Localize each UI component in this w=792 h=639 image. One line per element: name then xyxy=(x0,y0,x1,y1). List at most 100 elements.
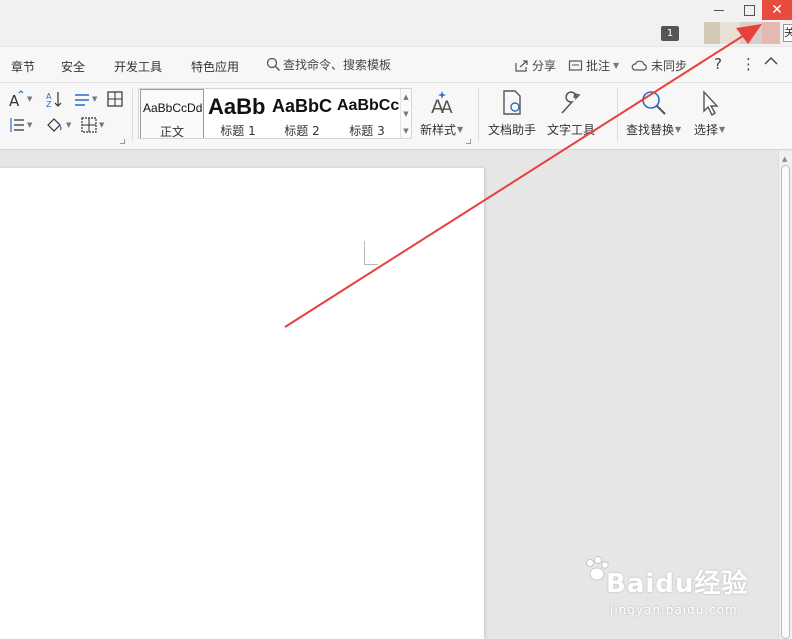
share-icon xyxy=(515,59,528,72)
table-border-button[interactable] xyxy=(106,90,124,108)
style-heading-2[interactable]: AaBbC 标题 2 xyxy=(270,89,334,138)
menu-bar: 章节 安全 开发工具 特色应用 查找命令、搜索模板 分享 批注 ▼ 未同步 ? … xyxy=(0,47,792,83)
borders-icon xyxy=(81,117,97,133)
ribbon: A ▼ AZ ▼ ▼ ▼ ▼ AaBbCcDd 正文 AaBb 标题 1 AaB… xyxy=(0,83,792,150)
svg-text:A: A xyxy=(441,98,453,117)
style-sample: AaBbCc xyxy=(337,97,399,114)
chevron-down-icon: ▼ xyxy=(92,95,98,103)
wrench-icon xyxy=(561,91,581,114)
shading-button[interactable]: ▼ xyxy=(45,116,71,134)
new-style-icon: AA xyxy=(431,91,453,117)
style-gallery-scroll[interactable]: ▲ ▼ ▼ xyxy=(400,89,411,138)
tab-security[interactable]: 安全 xyxy=(61,58,85,75)
text-tools-button[interactable]: 文字工具 xyxy=(547,89,595,138)
share-label: 分享 xyxy=(532,59,557,73)
style-sample: AaBbC xyxy=(272,96,333,116)
chevron-down-icon: ▼ xyxy=(403,109,409,118)
window-count-badge[interactable]: 1 xyxy=(661,26,679,41)
avatar[interactable] xyxy=(704,22,780,44)
doc-assistant-button[interactable]: 文档助手 xyxy=(488,89,536,138)
chevron-down-icon: ▼ xyxy=(457,125,464,134)
collapse-ribbon-button[interactable] xyxy=(764,56,778,66)
help-button[interactable]: ? xyxy=(714,55,722,73)
select-label: 选择 xyxy=(694,123,719,137)
find-replace-button[interactable]: 查找替换 ▼ xyxy=(626,89,681,138)
doc-assistant-label: 文档助手 xyxy=(488,123,537,137)
comment-icon xyxy=(568,59,583,71)
select-button[interactable]: 选择 ▼ xyxy=(694,89,725,138)
search-icon xyxy=(641,91,666,115)
watermark-url: jingyan.baidu.com xyxy=(610,603,738,617)
text-tools-label: 文字工具 xyxy=(547,123,596,137)
font-size-icon: A xyxy=(9,90,24,108)
style-heading-1[interactable]: AaBb 标题 1 xyxy=(206,89,270,138)
baidu-watermark: Baidu经验 jingyan.baidu.com xyxy=(582,555,782,625)
chevron-down-icon: ▼ xyxy=(27,95,33,103)
review-button[interactable]: 批注 ▼ xyxy=(568,57,619,74)
tab-special-apps[interactable]: 特色应用 xyxy=(191,58,239,75)
title-bar: ✕ 1 关 xyxy=(0,0,792,46)
search-icon xyxy=(266,57,280,71)
close-icon: ✕ xyxy=(771,2,783,18)
sort-icon: AZ xyxy=(46,92,62,108)
command-search-label: 查找命令、搜索模板 xyxy=(283,58,392,72)
chevron-down-icon: ▼ xyxy=(613,61,620,70)
style-sample: AaBb xyxy=(208,94,266,119)
find-replace-label: 查找替换 xyxy=(626,123,675,137)
command-search[interactable]: 查找命令、搜索模板 xyxy=(266,56,391,73)
share-button[interactable]: 分享 xyxy=(514,57,556,74)
table-icon xyxy=(107,91,123,107)
line-spacing-button[interactable]: ▼ xyxy=(73,90,97,108)
borders-button[interactable]: ▼ xyxy=(80,116,104,134)
font-size-button[interactable]: A ▼ xyxy=(8,90,32,108)
expand-icon: ▼ xyxy=(403,126,409,135)
maximize-button[interactable] xyxy=(738,0,760,20)
tab-chapter[interactable]: 章节 xyxy=(11,58,35,75)
list-spacing-button[interactable]: ▼ xyxy=(8,116,32,134)
scrollbar-thumb[interactable] xyxy=(781,165,790,639)
svg-text:A: A xyxy=(9,92,20,108)
close-button[interactable]: ✕ xyxy=(762,0,792,20)
style-name: 标题 3 xyxy=(349,124,385,138)
style-gallery: AaBbCcDd 正文 AaBb 标题 1 AaBbC 标题 2 AaBbCc … xyxy=(138,88,412,139)
style-name: 标题 2 xyxy=(284,124,320,138)
new-style-label: 新样式 xyxy=(420,123,457,137)
style-sample: AaBbCcDd xyxy=(143,101,203,115)
sync-status[interactable]: 未同步 xyxy=(631,57,687,74)
scroll-up-icon: ▲ xyxy=(782,155,788,163)
cloud-icon xyxy=(631,60,647,71)
paragraph-group-launcher[interactable] xyxy=(120,139,125,144)
chevron-up-icon: ▲ xyxy=(403,93,409,102)
chevron-down-icon: ▼ xyxy=(99,121,105,129)
paint-bucket-icon xyxy=(47,118,62,132)
more-button[interactable]: ⋮ xyxy=(741,55,756,73)
document-assistant-icon xyxy=(503,90,521,115)
chevron-down-icon: ▼ xyxy=(719,125,726,134)
svg-text:Z: Z xyxy=(46,100,52,108)
ribbon-divider xyxy=(617,89,618,141)
chevron-down-icon: ▼ xyxy=(66,121,72,129)
chevron-down-icon: ▼ xyxy=(27,121,33,129)
ribbon-divider xyxy=(478,89,479,141)
paragraph-settings-icon xyxy=(75,94,89,106)
close-tooltip: 关 xyxy=(783,24,792,42)
minimize-button[interactable] xyxy=(708,0,730,20)
watermark-brand: Baidu经验 xyxy=(606,569,749,599)
sort-button[interactable]: AZ xyxy=(45,90,63,108)
new-style-button[interactable]: AA 新样式 ▼ xyxy=(420,89,463,138)
margin-corner-mark xyxy=(364,241,378,265)
document-page[interactable] xyxy=(0,168,484,639)
style-normal[interactable]: AaBbCcDd 正文 xyxy=(140,89,204,139)
styles-group-launcher[interactable] xyxy=(466,139,471,144)
style-heading-3[interactable]: AaBbCc 标题 3 xyxy=(335,89,399,138)
list-icon xyxy=(10,118,24,132)
cursor-icon xyxy=(702,90,719,117)
review-label: 批注 xyxy=(586,59,611,73)
tab-developer-tools[interactable]: 开发工具 xyxy=(114,58,162,75)
ribbon-divider xyxy=(132,89,133,141)
style-name: 标题 1 xyxy=(220,124,256,138)
chevron-down-icon: ▼ xyxy=(675,125,682,134)
style-name: 正文 xyxy=(159,125,184,139)
sync-label: 未同步 xyxy=(651,59,688,73)
chevron-up-icon xyxy=(764,57,778,65)
